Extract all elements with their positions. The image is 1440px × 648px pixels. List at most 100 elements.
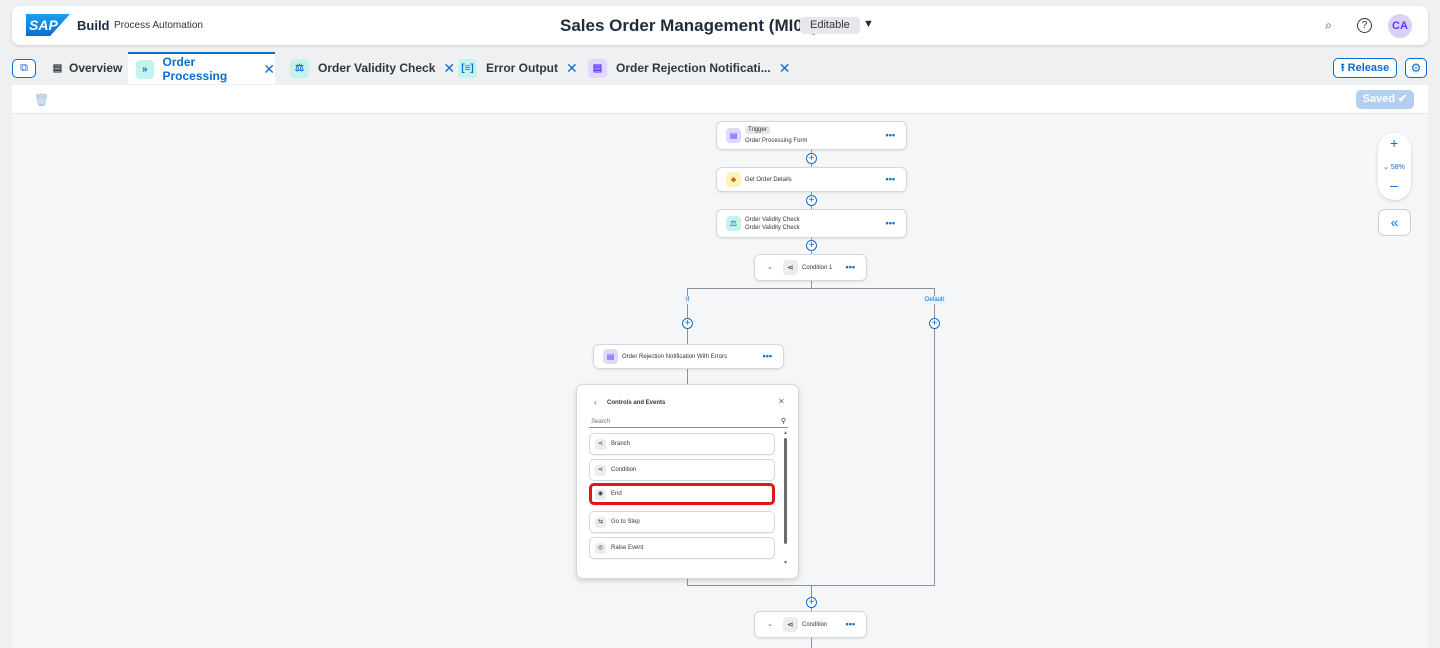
tab-label: Error Output — [486, 61, 558, 75]
add-step-icon[interactable]: + — [806, 240, 817, 251]
get-order-details-node[interactable]: ♣ Get Order Details ••• — [716, 167, 907, 192]
more-icon[interactable]: ••• — [763, 351, 772, 361]
tab-order-rejection[interactable]: ▤ Order Rejection Notificati... ✕ — [588, 52, 790, 84]
add-step-icon[interactable]: + — [806, 597, 817, 608]
control-item-go-to-step[interactable]: ⇆ Go to Step — [589, 511, 775, 533]
tab-overview[interactable]: ▤ Overview — [52, 52, 123, 84]
zoom-in-icon[interactable]: + — [1390, 135, 1398, 151]
document-icon: ▤ — [52, 62, 63, 74]
tab-label: Overview — [69, 61, 123, 75]
more-icon[interactable]: ••• — [886, 130, 895, 140]
connector-line — [687, 368, 688, 384]
search-icon[interactable]: ⚲ — [781, 417, 786, 425]
close-icon[interactable]: ✕ — [263, 61, 275, 78]
form-icon: [≡] — [458, 58, 477, 78]
condition-icon: ⋖ — [595, 465, 606, 476]
node-tag: Trigger — [745, 126, 770, 134]
chevron-down-icon[interactable]: ▼ — [863, 18, 874, 30]
avatar[interactable]: CA — [1388, 14, 1412, 38]
search-input[interactable]: Search ⚲ — [589, 416, 788, 428]
zoom-level[interactable]: ⌄ 58% — [1383, 163, 1405, 171]
add-step-icon[interactable]: + — [929, 318, 940, 329]
tab-order-processing[interactable]: » Order Processing ✕ — [128, 52, 275, 84]
close-icon[interactable]: ✕ — [779, 60, 791, 77]
help-icon[interactable]: ? — [1357, 18, 1372, 33]
end-icon: ◉ — [595, 489, 606, 500]
scroll-up-icon[interactable]: ▲ — [783, 430, 788, 436]
node-label: Order Validity Check — [745, 217, 800, 223]
branch-icon: ⋖ — [595, 439, 606, 450]
decision-icon: ⚖ — [290, 58, 309, 78]
more-icon[interactable]: ••• — [846, 262, 855, 272]
condition-1-node[interactable]: ⌄ ⋖ Condition 1 ••• — [754, 254, 867, 281]
saved-button[interactable]: Saved ✔ — [1356, 90, 1414, 109]
tab-bar: ⧉ ▤ Overview » Order Processing ✕ ⚖ Orde… — [0, 52, 1440, 84]
order-validity-check-node[interactable]: ⚖ Order Validity Check Order Validity Ch… — [716, 209, 907, 238]
trigger-node[interactable]: ▤ Trigger Order Processing Form ••• — [716, 121, 907, 150]
node-label: Condition — [802, 622, 828, 628]
scroll-down-icon[interactable]: ▼ — [783, 560, 788, 566]
add-step-icon[interactable]: + — [806, 195, 817, 206]
control-item-end[interactable]: ◉ End — [589, 483, 775, 505]
chat-icon[interactable]: ⌕ — [1321, 18, 1336, 33]
zoom-out-icon[interactable]: – — [1390, 177, 1398, 193]
add-step-icon[interactable]: + — [682, 318, 693, 329]
node-label: Order Processing Form — [745, 138, 808, 144]
more-icon[interactable]: ••• — [846, 619, 855, 629]
tab-overview-toggle-icon[interactable]: ⧉ — [12, 59, 36, 78]
node-label: Order Rejection Notification With Errors — [622, 354, 728, 360]
chevron-down-icon[interactable]: ⌄ — [767, 263, 773, 271]
popover-title: Controls and Events — [607, 400, 666, 406]
process-icon: » — [136, 59, 154, 79]
goto-icon: ⇆ — [595, 517, 606, 528]
editor-toolbar: 🗑 Saved ✔ — [12, 85, 1428, 114]
event-icon: ◎ — [595, 543, 606, 554]
close-icon[interactable]: ✕ — [566, 60, 578, 77]
release-button[interactable]: ⭱ Release — [1333, 58, 1397, 78]
status-badge: Editable — [800, 17, 860, 34]
condition-icon: ⋖ — [783, 617, 798, 632]
check-icon: ✔ — [1398, 93, 1408, 105]
controls-events-popover: ‹ Controls and Events ✕ Search ⚲ ⋖ Branc… — [576, 384, 799, 579]
back-icon[interactable]: ‹ — [594, 398, 597, 407]
trash-icon[interactable]: 🗑 — [34, 93, 49, 107]
tab-order-validity-check[interactable]: ⚖ Order Validity Check ✕ — [290, 52, 455, 84]
close-icon[interactable]: ✕ — [778, 397, 785, 406]
tab-label: Order Validity Check — [318, 61, 436, 75]
scrollbar[interactable] — [784, 438, 787, 544]
upload-icon: ⭱ — [1340, 62, 1348, 74]
brand-name: Build — [77, 18, 110, 33]
settings-icon[interactable]: ⚙ — [1405, 58, 1427, 78]
more-icon[interactable]: ••• — [886, 218, 895, 228]
connector-line — [934, 288, 935, 586]
shell-bar: SAP Build Process Automation Sales Order… — [12, 6, 1428, 45]
branch-label-default[interactable]: Default — [923, 296, 947, 304]
collapse-panel-icon[interactable]: « — [1378, 209, 1411, 236]
form-icon: ▤ — [588, 58, 607, 78]
sap-logo[interactable]: SAP — [26, 14, 70, 36]
node-sublabel: Order Validity Check — [745, 225, 800, 231]
action-icon: ♣ — [726, 172, 741, 187]
branch-label-if[interactable]: If — [684, 296, 692, 304]
node-label: Condition 1 — [802, 265, 833, 271]
control-item-raise-event[interactable]: ◎ Raise Event — [589, 537, 775, 559]
node-label: Get Order Details — [745, 177, 792, 183]
zoom-control: + ⌄ 58% – — [1378, 133, 1411, 200]
condition-icon: ⋖ — [783, 260, 798, 275]
add-step-icon[interactable]: + — [806, 153, 817, 164]
decision-icon: ⚖ — [726, 216, 741, 231]
brand-subtitle: Process Automation — [114, 20, 203, 31]
control-item-condition[interactable]: ⋖ Condition — [589, 459, 775, 481]
condition-node[interactable]: ⌄ ⋖ Condition ••• — [754, 611, 867, 638]
control-item-branch[interactable]: ⋖ Branch — [589, 433, 775, 455]
more-icon[interactable]: ••• — [886, 174, 895, 184]
tab-label: Order Rejection Notificati... — [616, 61, 771, 75]
form-icon: ▤ — [603, 349, 618, 364]
close-icon[interactable]: ✕ — [443, 60, 455, 77]
tab-label: Order Processing — [162, 55, 228, 83]
connector-line — [687, 288, 935, 289]
order-rejection-node[interactable]: ▤ Order Rejection Notification With Erro… — [593, 344, 784, 369]
chevron-down-icon[interactable]: ⌄ — [767, 620, 773, 628]
tab-error-output[interactable]: [≡] Error Output ✕ — [458, 52, 578, 84]
page-title: Sales Order Management (MI03) — [560, 16, 818, 35]
